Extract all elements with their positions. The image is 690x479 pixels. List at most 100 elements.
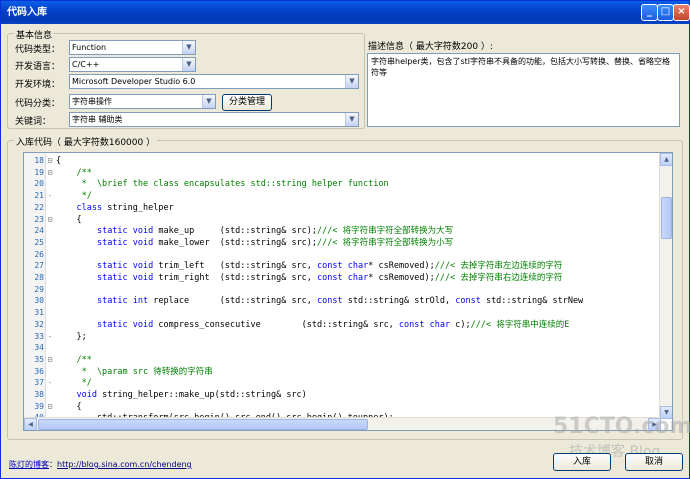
fold-marker-icon[interactable]: ⊟ bbox=[46, 155, 54, 167]
language-value: C/C++ bbox=[72, 60, 100, 69]
line-number: 20 bbox=[34, 179, 44, 189]
code-editor[interactable]: 18 ⊟{19 ⊟ /** 20 * \brief the class encapsu… bbox=[23, 152, 673, 431]
blog-url[interactable]: http://blog.sina.com.cn/chendeng bbox=[57, 460, 192, 469]
scroll-left-icon[interactable]: ◀ bbox=[24, 418, 37, 430]
code-text: static void compress_consecutive (std::s… bbox=[96, 319, 570, 330]
line-number: 21 bbox=[34, 191, 44, 201]
blog-separator: ： bbox=[49, 460, 57, 469]
code-line: 21- */ bbox=[24, 190, 664, 202]
fold-marker-icon[interactable]: ⊟ bbox=[46, 167, 54, 179]
language-select[interactable]: C/C++ ▼ bbox=[69, 57, 196, 72]
env-select[interactable]: Microsoft Developer Studio 6.0 ▼ bbox=[69, 74, 359, 89]
chevron-down-icon[interactable]: ▼ bbox=[182, 41, 195, 54]
line-number: 22 bbox=[34, 202, 44, 212]
scroll-up-icon[interactable]: ▲ bbox=[660, 153, 672, 166]
fold-marker-icon[interactable]: - bbox=[46, 190, 54, 202]
code-line: 18 ⊟{ bbox=[24, 155, 664, 167]
category-value: 字符串操作 bbox=[72, 97, 112, 106]
description-textarea[interactable]: 字符串helper类，包含了stl字符串不具备的功能，包括大小写转换、替换、省略… bbox=[367, 53, 680, 127]
line-number: 19 bbox=[34, 167, 44, 177]
chevron-down-icon[interactable]: ▼ bbox=[202, 95, 215, 108]
code-line: 25 static void make_lower (std::string& … bbox=[24, 237, 664, 249]
line-number: 37 bbox=[34, 378, 44, 388]
code-line: 24 static void make_up (std::string& src… bbox=[24, 225, 664, 237]
keywords-value: 字符串 辅助类 bbox=[72, 115, 123, 124]
category-select[interactable]: 字符串操作 ▼ bbox=[69, 94, 216, 109]
chevron-down-icon[interactable]: ▼ bbox=[345, 113, 358, 126]
line-number: 38 bbox=[34, 390, 44, 399]
line-number: 31 bbox=[34, 308, 44, 318]
code-text: /** bbox=[56, 354, 92, 365]
maximize-button[interactable]: □ bbox=[657, 4, 674, 21]
code-line: 33- }; bbox=[24, 331, 664, 343]
title-bar[interactable]: 代码入库 _ □ × bbox=[1, 1, 690, 24]
code-line: 29 bbox=[24, 284, 664, 296]
code-type-select[interactable]: Function ▼ bbox=[69, 40, 196, 55]
code-line: 30 static int replace (std::string& src,… bbox=[24, 295, 664, 307]
code-line: 31 bbox=[24, 307, 664, 319]
fold-marker-icon[interactable]: ⊟ bbox=[46, 401, 54, 413]
chevron-down-icon[interactable]: ▼ bbox=[345, 75, 358, 88]
code-line: 39 ⊟ { bbox=[24, 401, 664, 413]
chevron-down-icon[interactable]: ▼ bbox=[182, 58, 195, 71]
code-text: static void trim_right (std::string& src… bbox=[96, 273, 563, 283]
fold-marker-icon[interactable]: ⊟ bbox=[46, 354, 54, 366]
code-text: static void trim_left (std::string& src,… bbox=[96, 261, 563, 272]
code-line: 19 ⊟ /** bbox=[24, 167, 664, 179]
line-number: 25 bbox=[34, 237, 44, 247]
code-text: * \brief the class encapsulates std::str… bbox=[56, 179, 389, 190]
window-title: 代码入库 bbox=[7, 7, 47, 18]
watermark-logo: 51CTO.com bbox=[553, 414, 690, 439]
blog-name[interactable]: 陈灯的博客 bbox=[9, 460, 49, 469]
code-line: 28 static void trim_right (std::string& … bbox=[24, 272, 664, 284]
category-manage-button[interactable]: 分类管理 bbox=[222, 94, 272, 111]
code-line: 36 * \param src 待转换的字符串 bbox=[24, 366, 664, 378]
line-number: 34 bbox=[34, 343, 44, 353]
dialog-window: 代码入库 _ □ × 基本信息 代码类型： Function ▼ 开发语言： C… bbox=[0, 0, 690, 479]
code-text: */ bbox=[56, 191, 92, 202]
code-text: static int replace (std::string& src, co… bbox=[96, 296, 584, 307]
fold-marker-icon[interactable]: - bbox=[46, 331, 54, 343]
code-line: 37- */ bbox=[24, 377, 664, 389]
line-number: 32 bbox=[34, 319, 44, 329]
minimize-button[interactable]: _ bbox=[641, 4, 658, 21]
line-number: 23 bbox=[34, 214, 44, 224]
horizontal-scroll-thumb[interactable] bbox=[38, 419, 368, 430]
code-text: { bbox=[56, 214, 82, 225]
line-number: 35 bbox=[34, 354, 44, 364]
code-text: { bbox=[56, 401, 82, 412]
line-number: 24 bbox=[34, 226, 44, 236]
language-label: 开发语言： bbox=[15, 62, 61, 72]
code-text: void string_helper::make_up(std::string&… bbox=[76, 390, 307, 400]
description-text: 字符串helper类，包含了stl字符串不具备的功能，包括大小写转换、替换、省略… bbox=[371, 57, 671, 77]
description-label: 描述信息（ 最大字符数200 ）: bbox=[368, 42, 493, 52]
env-value: Microsoft Developer Studio 6.0 bbox=[72, 77, 196, 86]
code-text: static void make_lower (std::string& src… bbox=[96, 237, 454, 248]
code-text: class string_helper bbox=[76, 202, 174, 213]
line-number: 30 bbox=[34, 296, 44, 306]
line-number: 18 bbox=[34, 156, 44, 165]
code-line: 26 bbox=[24, 249, 664, 261]
code-text: }; bbox=[56, 331, 87, 342]
vertical-scrollbar[interactable]: ▲ ▼ bbox=[659, 153, 672, 419]
line-number: 39 bbox=[34, 401, 44, 411]
category-label: 代码分类： bbox=[15, 99, 61, 109]
keywords-label: 关键词： bbox=[15, 117, 52, 127]
vertical-scroll-thumb[interactable] bbox=[661, 197, 672, 239]
code-line: 34 bbox=[24, 342, 664, 354]
basic-info-group-label: 基本信息 bbox=[14, 28, 55, 41]
fold-marker-icon[interactable]: - bbox=[46, 377, 54, 389]
blog-link[interactable]: 陈灯的博客：http://blog.sina.com.cn/chendeng bbox=[9, 459, 192, 470]
fold-marker-icon[interactable]: ⊟ bbox=[46, 214, 54, 226]
code-line: 32 static void compress_consecutive (std… bbox=[24, 319, 664, 331]
submit-button[interactable]: 入库 bbox=[553, 453, 611, 471]
cancel-button[interactable]: 取消 bbox=[625, 453, 683, 471]
code-text: * \param src 待转换的字符串 bbox=[56, 366, 213, 377]
keywords-select[interactable]: 字符串 辅助类 ▼ bbox=[69, 112, 359, 127]
code-text: static void make_up (std::string& src);/… bbox=[96, 226, 454, 237]
code-type-label: 代码类型： bbox=[15, 45, 61, 55]
env-label: 开发环境： bbox=[15, 80, 61, 90]
line-number: 36 bbox=[34, 366, 44, 376]
close-button[interactable]: × bbox=[673, 4, 690, 21]
code-line: 27 static void trim_left (std::string& s… bbox=[24, 260, 664, 272]
